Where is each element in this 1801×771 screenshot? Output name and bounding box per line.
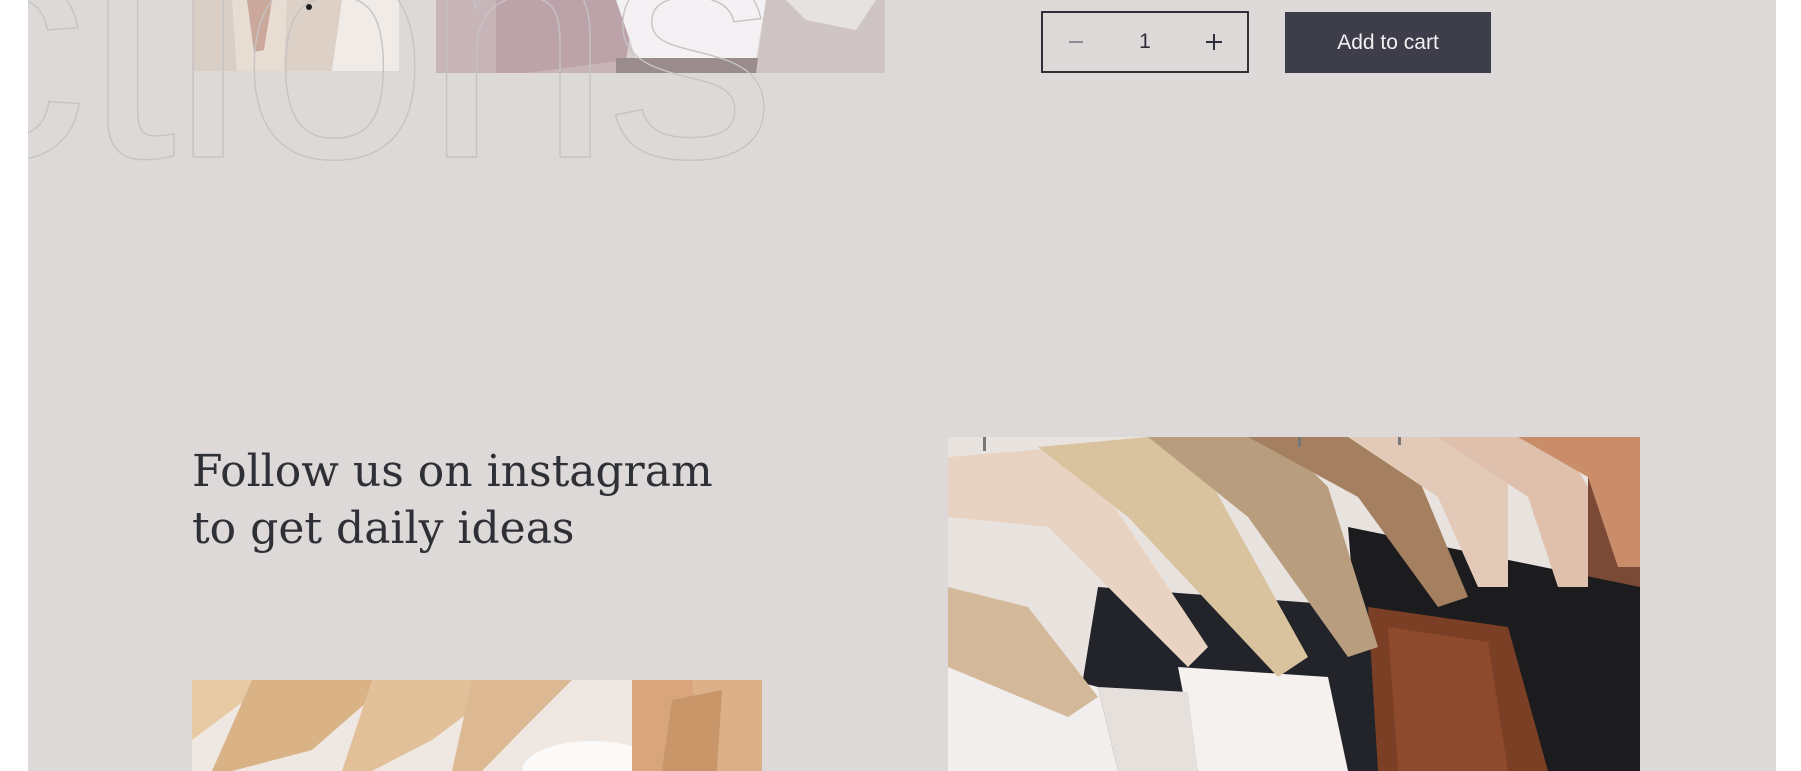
instagram-heading-line: Follow us on instagram — [192, 446, 713, 497]
increase-quantity-button[interactable] — [1181, 13, 1247, 71]
clothes-on-hangers-image — [948, 437, 1640, 771]
add-to-cart-button[interactable]: Add to cart — [1285, 12, 1491, 73]
model-detail-image — [436, 0, 885, 73]
instagram-heading-line: to get daily ideas — [192, 503, 575, 554]
instagram-photo[interactable] — [192, 680, 762, 771]
minus-icon — [1069, 41, 1083, 43]
page: ctions 1 — [28, 0, 1776, 771]
instagram-photo[interactable] — [948, 437, 1640, 771]
instagram-heading: Follow us on instagram to get daily idea… — [192, 443, 812, 557]
product-thumbnail[interactable] — [192, 0, 399, 71]
decrease-quantity-button[interactable] — [1043, 13, 1109, 71]
plus-icon — [1206, 34, 1222, 50]
product-thumbnail[interactable] — [436, 0, 885, 73]
quantity-input[interactable]: 1 — [1115, 30, 1175, 54]
quantity-stepper[interactable]: 1 — [1041, 11, 1249, 73]
wooden-hangers-image — [192, 680, 762, 771]
model-in-white-suit-image — [192, 0, 399, 71]
